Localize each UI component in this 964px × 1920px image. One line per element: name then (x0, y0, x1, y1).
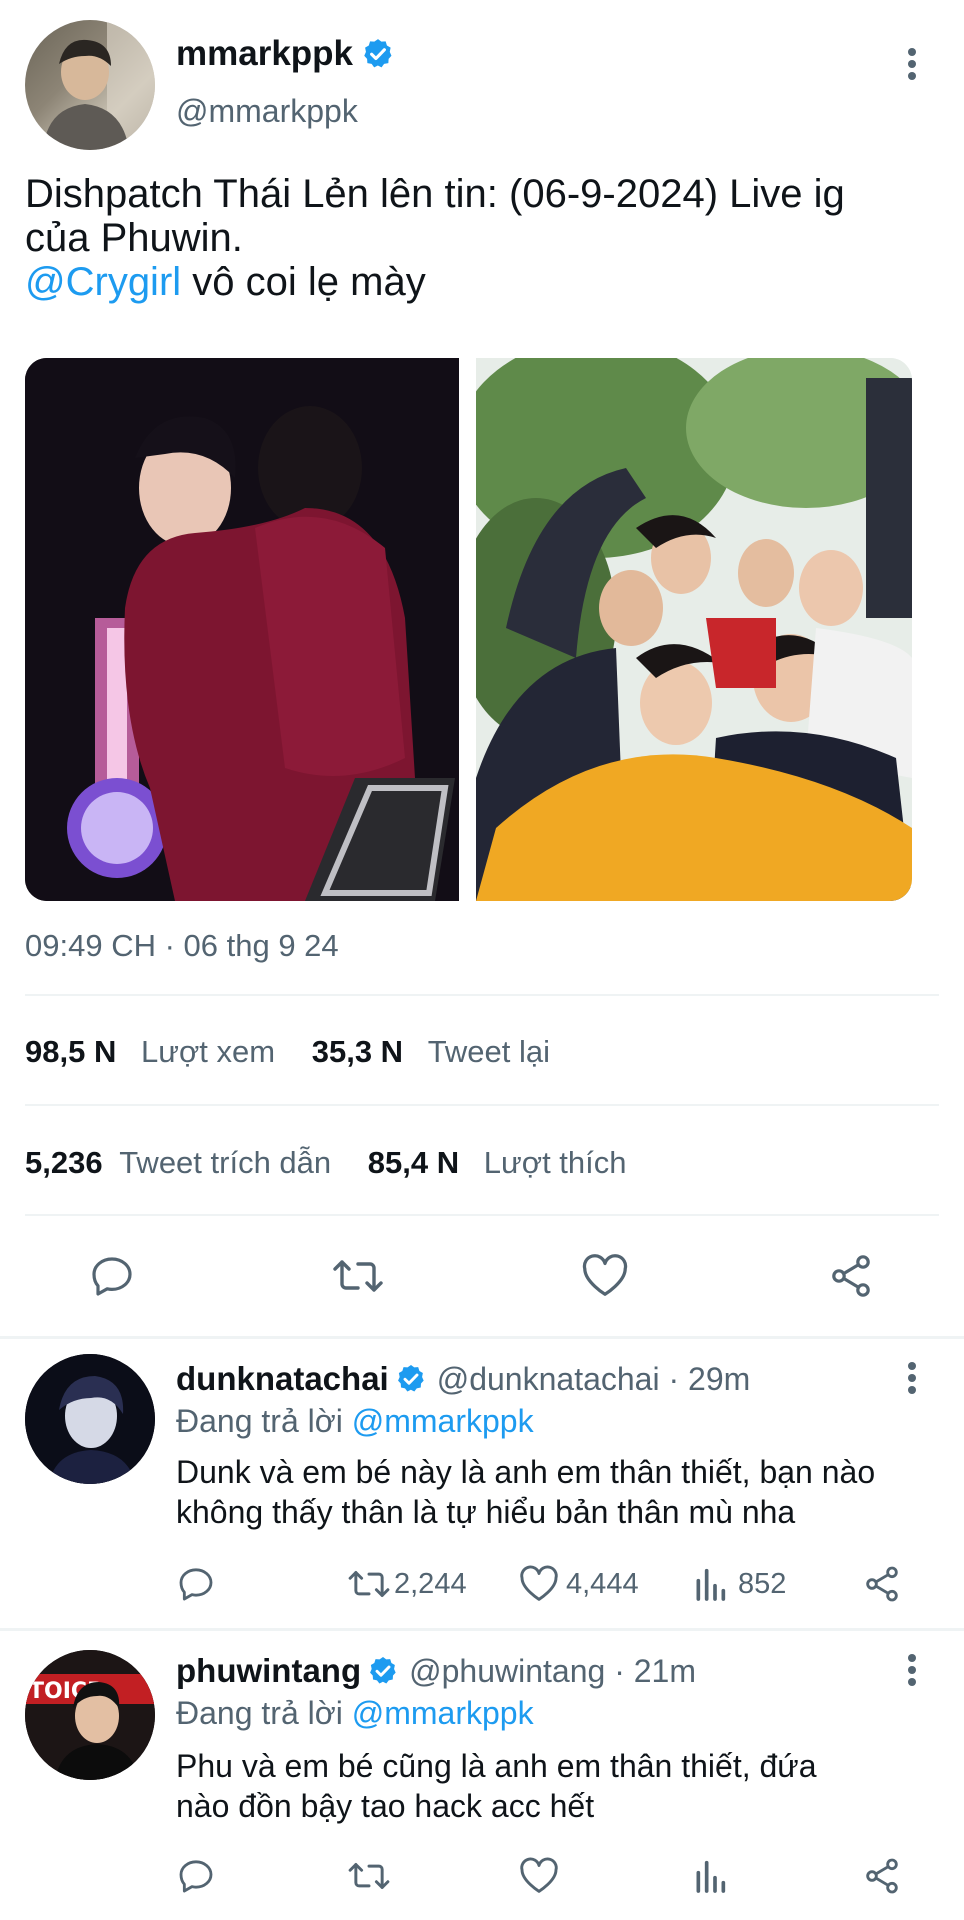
replying-to-link[interactable]: @mmarkppk (352, 1695, 534, 1731)
more-vert-icon[interactable] (898, 44, 926, 84)
tweet-text-line-1: Dishpatch Thái Lẻn lên tin: (06-9-2024) … (25, 172, 845, 216)
mention-link[interactable]: @Crygirl (25, 260, 181, 304)
likes-label: Lượt thích (483, 1145, 627, 1180)
reply-avatar-photo (25, 1354, 155, 1484)
divider (25, 1104, 939, 1106)
author-avatar-photo (43, 20, 155, 150)
reply-avatar[interactable] (25, 1354, 155, 1484)
retweet-count: 2,244 (394, 1567, 467, 1600)
tweet-text-line-3: @Crygirl vô coi lẹ mày (25, 260, 945, 304)
tweet-media-left[interactable] (25, 358, 459, 901)
retweets-label: Tweet lại (427, 1034, 551, 1069)
section-divider (0, 1628, 964, 1631)
tweet-timestamp[interactable]: 09:49 CH · 06 thg 9 24 (25, 928, 339, 964)
retweets-count: 35,3 N (311, 1034, 404, 1069)
reply-header: phuwintang @phuwintang · 21m (176, 1652, 696, 1690)
reply-display-name[interactable]: phuwintang (176, 1652, 361, 1690)
replying-prefix: Đang trả lời (176, 1695, 343, 1731)
author-display-name-text: mmarkppk (176, 34, 354, 73)
quotes-count: 5,236 (25, 1145, 103, 1180)
author-handle[interactable]: @mmarkppk (176, 92, 358, 130)
like-icon[interactable] (580, 1252, 630, 1300)
media-photo-stage (25, 358, 459, 901)
reply-context: Đang trả lời @mmarkppk (176, 1694, 534, 1732)
like-icon[interactable] (518, 1856, 560, 1896)
like-icon (518, 1564, 560, 1604)
reply-text: Phu và em bé cũng là anh em thân thiết, … (176, 1746, 817, 1826)
reply-header: dunknatachai @dunknatachai · 29m (176, 1360, 750, 1398)
quotes-stat[interactable]: 5,236 Tweet trích dẫn (25, 1145, 340, 1180)
retweet-icon[interactable] (330, 1252, 386, 1300)
reply-text-line-2: nào đồn bậy tao hack acc hết (176, 1788, 595, 1824)
views-icon[interactable] (692, 1856, 728, 1896)
verified-badge-icon (367, 1655, 399, 1687)
divider (25, 1214, 939, 1216)
share-icon[interactable] (862, 1856, 902, 1896)
section-divider (0, 1336, 964, 1339)
tweet-media-right[interactable] (476, 358, 912, 901)
retweets-stat[interactable]: 35,3 N Tweet lại (312, 1034, 550, 1069)
like-button[interactable]: 4,444 (518, 1564, 639, 1604)
reply-context: Đang trả lời @mmarkppk (176, 1402, 534, 1440)
replying-prefix: Đang trả lời (176, 1403, 343, 1439)
retweet-icon (346, 1564, 392, 1604)
verified-badge-icon (361, 37, 395, 71)
tweet-text: Dishpatch Thái Lẻn lên tin: (06-9-2024) … (25, 172, 945, 304)
views-count: 98,5 N (25, 1034, 117, 1069)
reply-icon[interactable] (176, 1564, 216, 1604)
likes-stat[interactable]: 85,4 N Lượt thích (368, 1145, 627, 1180)
divider (25, 994, 939, 996)
share-icon[interactable] (862, 1564, 902, 1604)
stats-row-views-retweets: 98,5 N Lượt xem 35,3 N Tweet lại (25, 1034, 550, 1070)
tweet-text-line-2: của Phuwin. (25, 216, 243, 260)
media-photo-group (476, 358, 912, 901)
replying-to-link[interactable]: @mmarkppk (352, 1403, 534, 1439)
verified-badge-icon (395, 1363, 427, 1395)
quotes-label: Tweet trích dẫn (119, 1145, 332, 1180)
views-button[interactable]: 852 (692, 1564, 786, 1604)
reply-avatar-photo: TOICR (25, 1650, 155, 1780)
reply-text: Dunk và em bé này là anh em thân thiết, … (176, 1452, 875, 1532)
retweet-icon[interactable] (346, 1856, 392, 1896)
reply-icon[interactable] (88, 1252, 136, 1300)
retweet-button[interactable]: 2,244 (346, 1564, 467, 1604)
reply-text-line-1: Dunk và em bé này là anh em thân thiết, … (176, 1454, 876, 1490)
stats-row-quotes-likes: 5,236 Tweet trích dẫn 85,4 N Lượt thích (25, 1145, 627, 1181)
more-vert-icon[interactable] (898, 1358, 926, 1398)
reply-text-line-1: Phu và em bé cũng là anh em thân thiết, … (176, 1748, 817, 1784)
views-stat[interactable]: 98,5 N Lượt xem (25, 1034, 284, 1069)
likes-count: 85,4 N (367, 1145, 460, 1180)
author-display-name[interactable]: mmarkppk (176, 34, 395, 74)
reply-avatar[interactable]: TOICR (25, 1650, 155, 1780)
reply-icon[interactable] (176, 1856, 216, 1896)
views-icon (692, 1564, 728, 1604)
reply-handle-time[interactable]: @dunknatachai · 29m (437, 1360, 751, 1398)
reply-text-line-2: không thấy thân là tự hiểu bản thân mù n… (176, 1494, 796, 1530)
views-label: Lượt xem (140, 1034, 276, 1069)
share-icon[interactable] (826, 1252, 876, 1300)
more-vert-icon[interactable] (898, 1650, 926, 1690)
tweet-text-line-3-rest: vô coi lẹ mày (181, 260, 426, 304)
reply-display-name[interactable]: dunknatachai (176, 1360, 389, 1398)
like-count: 4,444 (566, 1567, 639, 1600)
views-count: 852 (738, 1567, 787, 1600)
reply-handle-time[interactable]: @phuwintang · 21m (409, 1652, 696, 1690)
author-avatar[interactable] (25, 20, 155, 150)
